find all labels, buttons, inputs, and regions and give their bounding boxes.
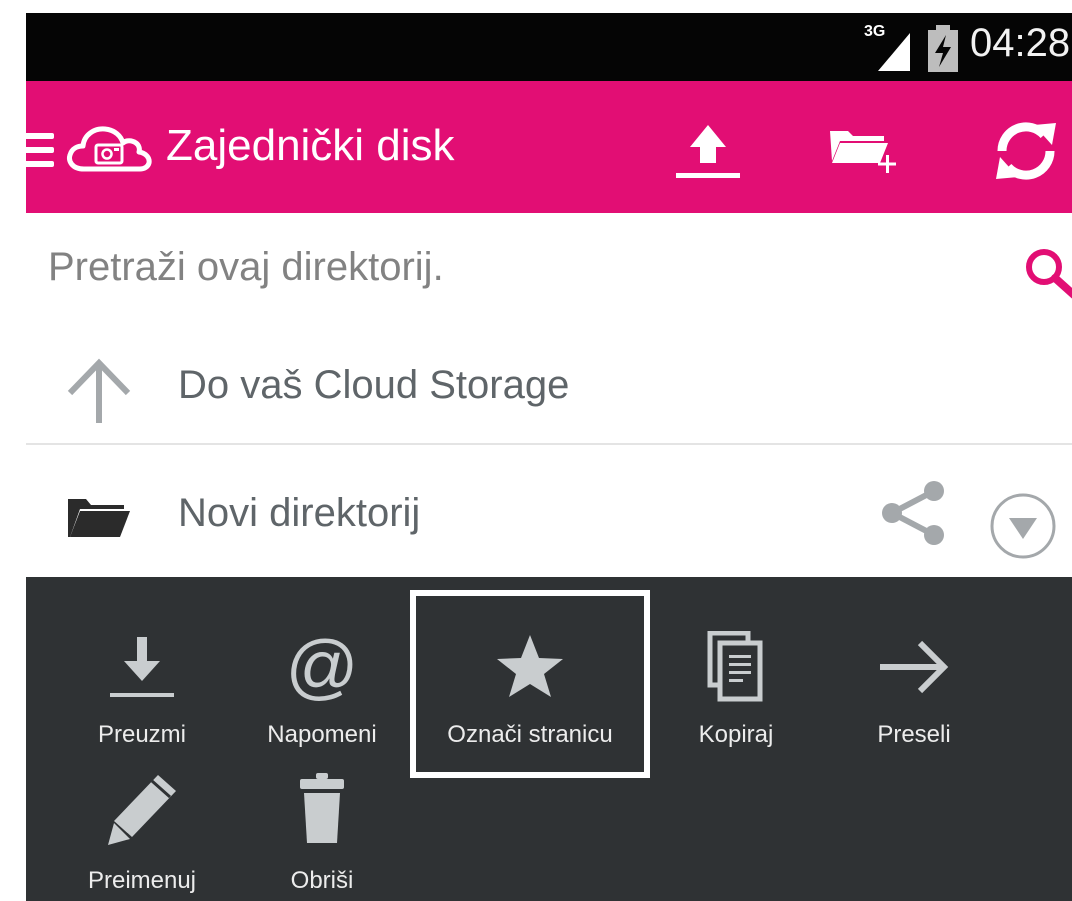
copy-action[interactable]: Kopiraj — [666, 595, 806, 748]
app-bar: Zajednički disk — [26, 81, 1072, 213]
delete-action[interactable]: Obriši — [252, 741, 392, 894]
folder-item[interactable]: Novi direktorij — [26, 445, 1072, 577]
trash-icon — [300, 773, 344, 843]
mention-action[interactable]: @ Napomeni — [252, 595, 392, 748]
at-sign-icon: @ — [285, 631, 358, 703]
search-icon[interactable] — [1022, 245, 1072, 301]
app-title: Zajednički disk — [166, 121, 455, 170]
download-icon — [110, 637, 174, 697]
download-action[interactable]: Preuzmi — [72, 595, 212, 748]
copy-icon — [707, 631, 763, 702]
cloud-icon — [67, 126, 152, 172]
folder-icon — [68, 499, 130, 537]
svg-text:@: @ — [285, 631, 358, 703]
upload-button[interactable] — [668, 111, 748, 191]
new-folder-icon — [830, 131, 896, 173]
navigate-up-label: Do vaš Cloud Storage — [178, 363, 570, 407]
move-label: Preseli — [877, 721, 951, 748]
rename-label: Preimenuj — [87, 867, 197, 894]
app-screen: 3G 04:28 Zajednički disk Pretraži ovaj d… — [26, 13, 1072, 901]
pencil-icon — [108, 775, 176, 845]
new-folder-button[interactable] — [826, 111, 906, 191]
battery-charging-icon — [928, 25, 958, 72]
refresh-button[interactable] — [986, 111, 1066, 191]
status-bar: 3G 04:28 — [26, 13, 1072, 81]
share-icon[interactable] — [876, 479, 946, 547]
search-bar — [26, 213, 1072, 327]
clock: 04:28 — [970, 21, 1071, 65]
refresh-icon — [996, 122, 1056, 180]
move-action[interactable]: Preseli — [844, 595, 984, 748]
folder-name: Novi direktorij — [178, 491, 421, 535]
chevron-down-icon[interactable] — [988, 491, 1058, 561]
rename-action[interactable]: Preimenuj — [72, 741, 212, 894]
upload-icon — [676, 125, 740, 178]
signal-icon — [878, 33, 910, 71]
hamburger-menu-icon[interactable] — [26, 133, 54, 167]
search-input[interactable] — [48, 235, 948, 299]
copy-label: Kopiraj — [698, 721, 774, 748]
navigate-up-item[interactable]: Do vaš Cloud Storage — [26, 327, 1072, 445]
selection-highlight — [410, 590, 650, 778]
arrow-up-icon — [67, 358, 131, 423]
arrow-right-icon — [880, 640, 949, 694]
delete-label: Obriši — [290, 867, 354, 894]
file-actions-panel: Preuzmi @ Napomeni Označi stranicu Kopir… — [26, 577, 1072, 901]
